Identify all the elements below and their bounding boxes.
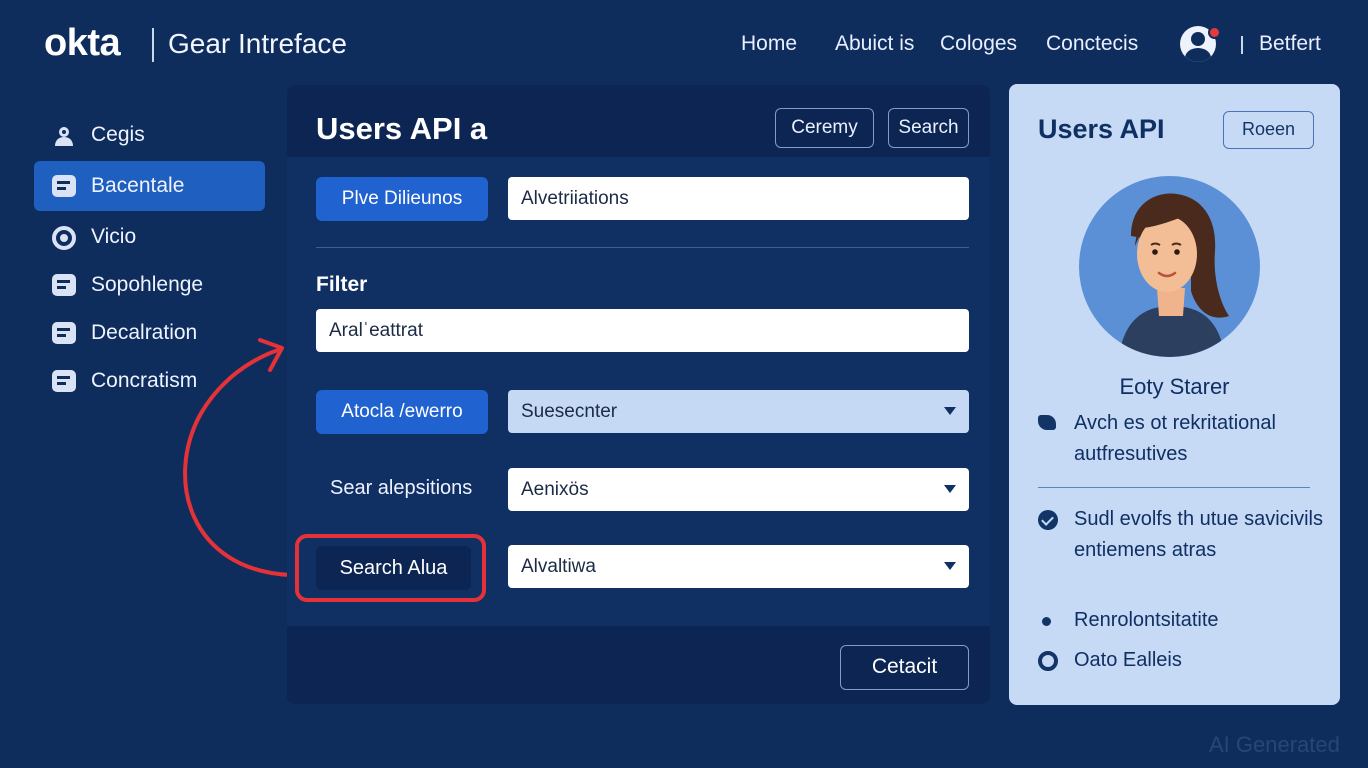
card-icon [52,370,76,392]
search-alua-button[interactable]: Search Alua [316,546,471,590]
select-dropdown-3[interactable]: Alvaltiwa [508,545,969,588]
atocla-button[interactable]: Atocla /ewerro [316,390,488,434]
sidebar-item-label: Vicio [91,225,137,248]
app-title: Gear Intreface [168,28,347,59]
select-value: Alvaltiwa [521,556,596,577]
sidebar-item-label: Bacentale [91,174,185,197]
sidebar-item-label: Sopohlenge [91,273,204,296]
nav-about[interactable]: Abuict is [835,32,914,56]
watermark: AI Generated [1209,732,1340,757]
roeen-button[interactable]: Roeen [1223,111,1314,149]
top-header: okta Gear Intreface Home Abuict is Colog… [0,0,1368,88]
user-menu-link[interactable]: Betfert [1259,32,1321,56]
filter-input[interactable]: Aralˈeattrat [316,309,969,352]
list-icon [52,175,76,197]
users-icon [52,124,76,146]
nav-contacts[interactable]: Conctecis [1046,32,1138,56]
card-header: Users API a Ceremy Search [287,85,990,157]
chevron-down-icon [944,485,956,493]
sidebar-item-bacentale[interactable]: Bacentale [34,161,265,211]
header-divider [152,28,154,62]
sidebar-item-sopohlenge[interactable]: Sopohlenge [34,260,265,310]
chevron-down-icon [944,407,956,415]
search-button[interactable]: Search [888,108,969,148]
profile-title: Users API [1038,114,1165,144]
target-icon [1038,651,1058,671]
tag-icon [1038,415,1056,430]
card-title: Users API a [316,111,488,146]
select-value: Suesecnter [521,401,618,422]
header-divider-right [1241,36,1243,54]
filter-label: Filter [316,273,368,296]
notification-badge [1208,26,1221,39]
top-text-input[interactable]: Alvetriiations [508,177,969,220]
profile-bullet: Avch es ot rekritational autfresutives [1074,412,1276,465]
profile-bullet: Sudl evolfs th utue savicivils entiemens… [1074,508,1324,561]
pive-button[interactable]: Plve Dilieunos [316,177,488,221]
select-dropdown-1[interactable]: Suesecnter [508,390,969,433]
profile-bullet: Oato Ealleis [1074,649,1182,671]
check-circle-icon [1038,510,1058,530]
chevron-down-icon [944,562,956,570]
okta-logo[interactable]: okta [44,22,121,65]
profile-bullet: Renrolontsitatite [1074,609,1219,631]
card-icon [52,322,76,344]
sidebar-item-cegis[interactable]: Cegis [34,110,265,160]
sidebar-item-label: Cegis [91,123,145,146]
sidebar-item-vicio[interactable]: Vicio [34,212,265,262]
ceremony-button[interactable]: Ceremy [775,108,874,148]
profile-divider [1038,487,1310,488]
target-icon [52,226,76,250]
search-options-label: Sear alepsitions [330,477,473,499]
select-value: Aenixös [521,479,589,500]
divider [316,247,969,248]
nav-home[interactable]: Home [741,32,797,56]
profile-name: Eoty Starer [1119,374,1230,399]
profile-portrait [1079,176,1260,357]
dot-icon [1042,617,1051,626]
card-icon [52,274,76,296]
select-dropdown-2[interactable]: Aenixös [508,468,969,511]
profile-panel: Users API Roeen Eoty Starer Avch es ot r… [1009,84,1340,705]
users-api-card: Users API a Ceremy Search Plve Dilieunos… [287,85,990,704]
nav-colleges[interactable]: Cologes [940,32,1017,56]
card-footer: Cetacit [287,626,990,704]
cetacit-button[interactable]: Cetacit [840,645,969,690]
